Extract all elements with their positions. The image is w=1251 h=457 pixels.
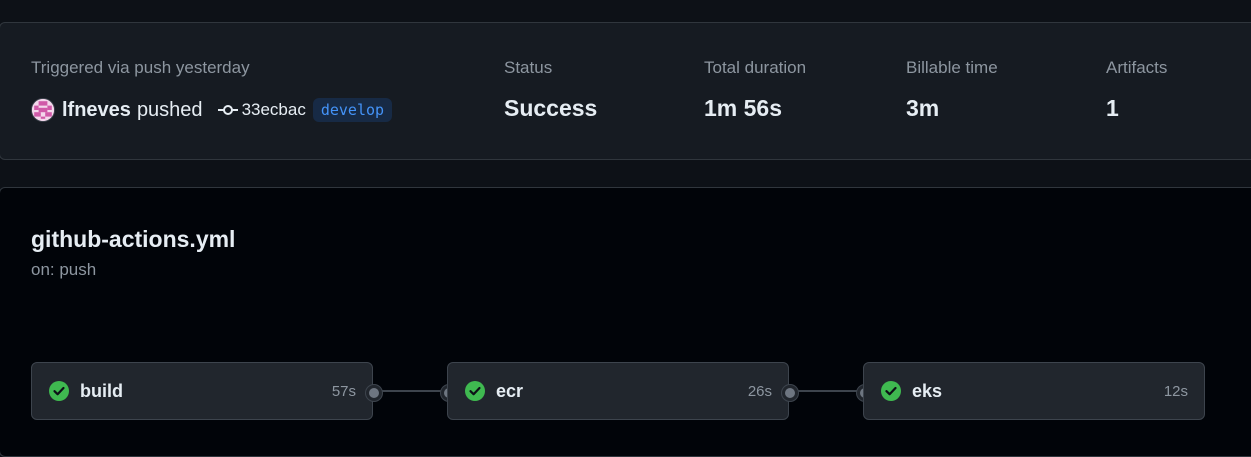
push-action-text: pushed (136, 98, 203, 121)
check-circle-fill-icon (464, 380, 486, 402)
job-duration: 26s (747, 382, 772, 400)
job-output-port (366, 385, 382, 401)
branch-label[interactable]: develop (312, 98, 393, 122)
job-duration: 12s (1163, 382, 1188, 400)
job-name: eks (912, 380, 943, 401)
artifacts-count-link[interactable]: 1 (1106, 95, 1119, 122)
trigger-description: Triggered via push yesterday (31, 58, 250, 77)
job-name: ecr (496, 380, 524, 401)
artifacts-label: Artifacts (1106, 58, 1168, 77)
job-eks[interactable]: eks 12s (863, 362, 1205, 420)
workflow-trigger: on: push (31, 260, 97, 279)
run-summary-card (0, 22, 1251, 160)
git-commit-icon (217, 104, 238, 116)
check-circle-fill-icon (48, 380, 70, 402)
job-connector (794, 390, 858, 392)
user-avatar[interactable] (31, 98, 55, 122)
identicon-avatar-icon (32, 99, 54, 121)
workflow-file-name: github-actions.yml (31, 226, 236, 252)
status-value: Success (504, 95, 598, 121)
billable-time-label: Billable time (906, 58, 998, 77)
total-duration-value: 1m 56s (704, 95, 783, 121)
check-circle-fill-icon (880, 380, 902, 402)
push-info: lfneves pushed 33ecbac develop (31, 95, 393, 125)
billable-time-value: 3m (906, 95, 940, 121)
job-name: build (80, 380, 123, 401)
total-duration-label: Total duration (704, 58, 807, 77)
username-link[interactable]: lfneves (62, 99, 131, 122)
job-output-port (782, 385, 798, 401)
job-build[interactable]: build 57s (31, 362, 373, 420)
job-ecr[interactable]: ecr 26s (447, 362, 789, 420)
commit-sha-link[interactable]: 33ecbac (242, 100, 306, 120)
job-duration: 57s (331, 382, 356, 400)
job-connector (378, 390, 442, 392)
status-label: Status (504, 58, 553, 77)
